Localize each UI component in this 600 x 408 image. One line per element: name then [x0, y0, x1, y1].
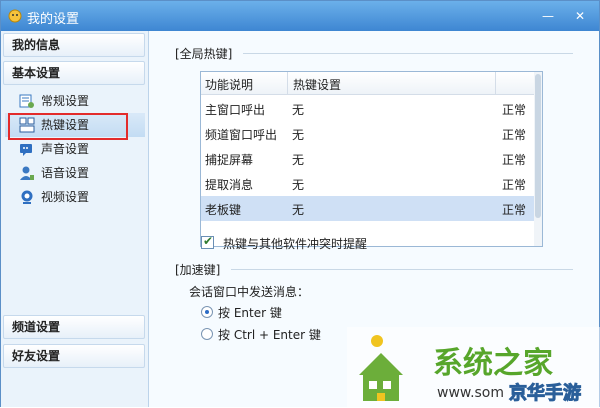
- conflict-warning-checkbox[interactable]: ✔: [201, 234, 214, 249]
- radio-dot: [205, 310, 209, 314]
- table-row[interactable]: 捕捉屏幕 无 正常: [201, 146, 534, 171]
- sidebar-item-label: 语音设置: [41, 166, 90, 180]
- category-channel-settings[interactable]: 频道设置: [3, 315, 145, 339]
- row-function: 主窗口呼出: [205, 103, 266, 117]
- row-function: 老板键: [205, 203, 242, 217]
- sidebar: 我的信息 基本设置 常规设置 热键设置 声音设置 语音设置 视频设置 频道设置 …: [1, 31, 149, 407]
- table-row[interactable]: 提取消息 无 正常: [201, 171, 534, 196]
- table-row[interactable]: 老板键 无 正常: [201, 196, 534, 221]
- table-row[interactable]: 频道窗口呼出 无 正常: [201, 121, 534, 146]
- sidebar-item-label: 声音设置: [41, 142, 90, 156]
- table-header: 功能说明 热键设置: [201, 72, 542, 95]
- sidebar-item-video[interactable]: 视频设置: [5, 185, 145, 209]
- settings-window: 我的设置 — ✕ 我的信息 基本设置 常规设置 热键设置 声音设置 语音设置 视…: [0, 0, 600, 408]
- column-separator: [495, 72, 496, 95]
- row-status: 正常: [502, 203, 527, 217]
- minimize-icon[interactable]: —: [539, 7, 557, 25]
- voice-icon: [20, 166, 34, 180]
- sidebar-item-label: 常规设置: [41, 94, 90, 108]
- hotkey-table: 功能说明 热键设置 主窗口呼出 无 正常 频道窗口呼出 无 正常 捕捉屏幕 无 …: [200, 71, 543, 247]
- section-divider: [243, 53, 573, 54]
- checkmark-icon: ✔: [203, 234, 214, 248]
- ctrl-enter-radio[interactable]: [201, 328, 213, 340]
- sidebar-item-general[interactable]: 常规设置: [5, 89, 145, 113]
- app-icon: [8, 9, 22, 23]
- general-settings-icon: [19, 94, 34, 108]
- row-status: 正常: [502, 153, 527, 167]
- row-function: 提取消息: [205, 178, 254, 192]
- selection-highlight: [8, 113, 128, 140]
- watermark-overlay: 京华手游: [509, 382, 581, 404]
- watermark-logo: 系统之家 www.som 京华手游: [347, 327, 600, 408]
- ctrl-enter-option-label[interactable]: 按 Ctrl + Enter 键: [218, 326, 321, 343]
- row-status: 正常: [502, 128, 527, 142]
- global-hotkeys-heading: [全局热键]: [175, 47, 233, 61]
- watermark-title: 系统之家: [433, 346, 553, 381]
- row-hotkey: 无: [292, 178, 305, 192]
- table-row[interactable]: 主窗口呼出 无 正常: [201, 96, 534, 121]
- sound-icon: [20, 144, 32, 156]
- table-scrollbar[interactable]: [534, 72, 542, 246]
- sidebar-item-sound[interactable]: 声音设置: [5, 137, 145, 161]
- category-basic-settings[interactable]: 基本设置: [3, 61, 145, 85]
- row-hotkey: 无: [292, 203, 305, 217]
- watermark-url: www.som: [437, 385, 504, 401]
- close-icon[interactable]: ✕: [571, 7, 589, 25]
- row-status: 正常: [502, 178, 527, 192]
- row-function: 捕捉屏幕: [205, 153, 254, 167]
- enter-radio[interactable]: [201, 306, 213, 318]
- column-header-function[interactable]: 功能说明: [205, 76, 253, 93]
- conflict-warning-label: 热键与其他软件冲突时提醒: [223, 237, 368, 251]
- column-separator: [287, 72, 288, 95]
- row-hotkey: 无: [292, 153, 305, 167]
- row-status: 正常: [502, 103, 527, 117]
- send-message-prompt: 会话窗口中发送消息：: [189, 285, 310, 299]
- row-function: 频道窗口呼出: [205, 128, 278, 142]
- title-bar: 我的设置 — ✕: [1, 1, 599, 31]
- category-friend-settings[interactable]: 好友设置: [3, 344, 145, 368]
- scrollbar-thumb[interactable]: [535, 74, 541, 218]
- category-my-info[interactable]: 我的信息: [3, 33, 145, 57]
- webcam-icon: [21, 190, 33, 204]
- row-hotkey: 无: [292, 103, 305, 117]
- sidebar-item-voice[interactable]: 语音设置: [5, 161, 145, 185]
- section-divider: [231, 269, 573, 270]
- window-title: 我的设置: [27, 12, 80, 27]
- sidebar-item-label: 视频设置: [41, 190, 90, 204]
- enter-option-label[interactable]: 按 Enter 键: [218, 304, 282, 321]
- accelerator-heading: [加速键]: [175, 263, 221, 277]
- column-header-hotkey[interactable]: 热键设置: [293, 76, 341, 93]
- row-hotkey: 无: [292, 128, 305, 142]
